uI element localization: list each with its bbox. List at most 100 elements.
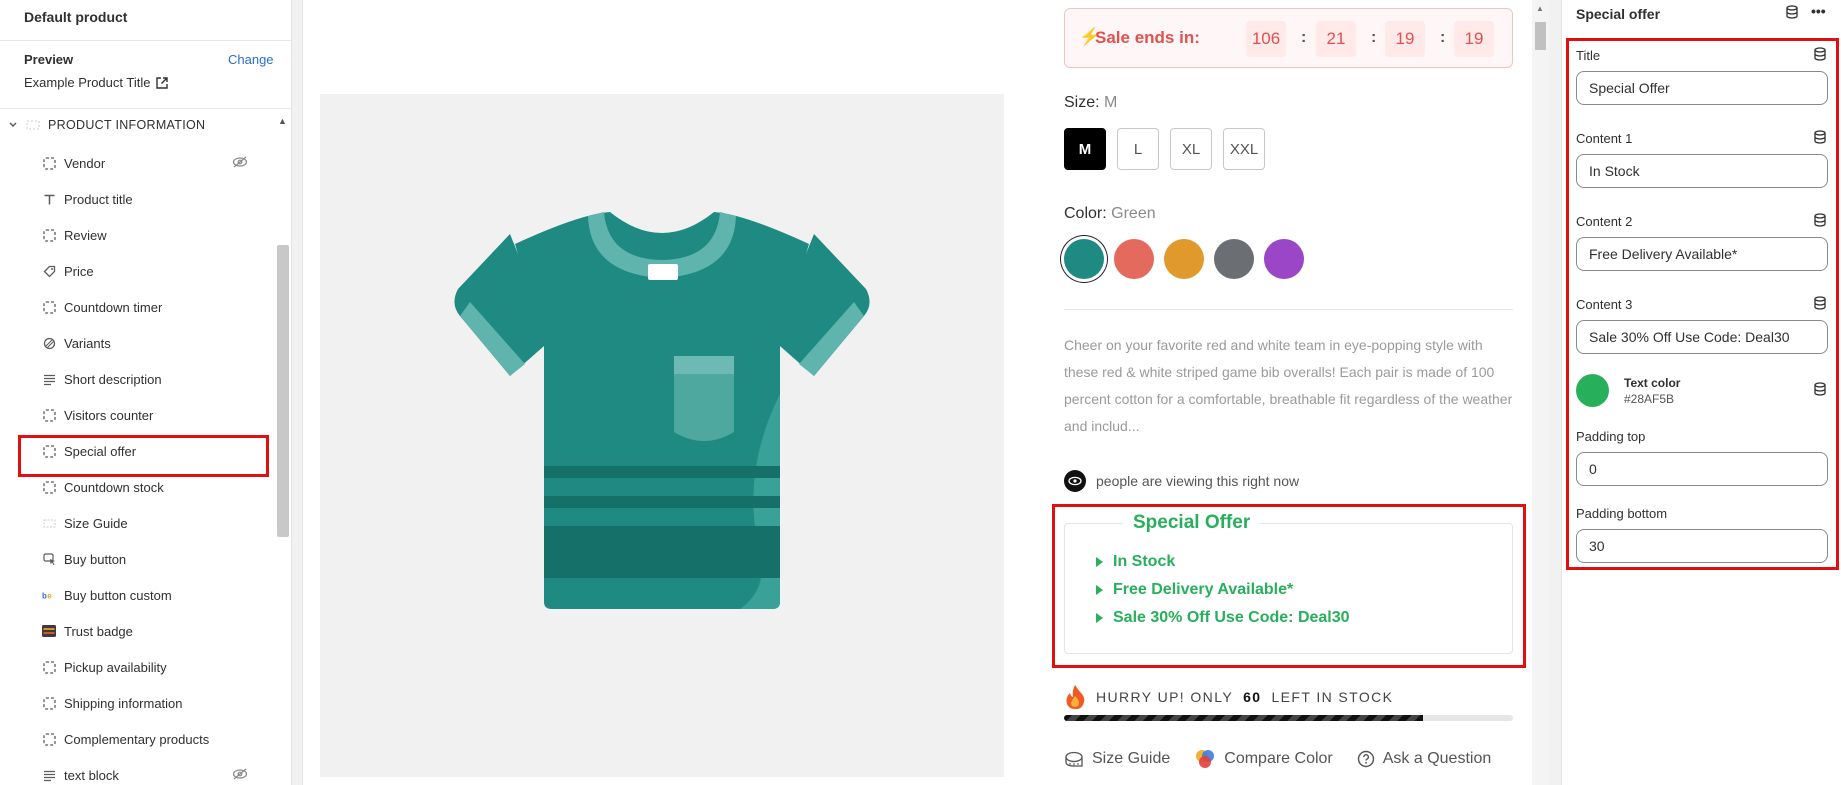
- sidebar-item-countdown-stock[interactable]: Countdown stock: [0, 469, 270, 505]
- stock-progress-bar: [1064, 715, 1513, 721]
- size-guide-link[interactable]: Size Guide: [1064, 749, 1170, 769]
- eye-hidden-icon[interactable]: [232, 155, 248, 172]
- swatch-gray[interactable]: [1214, 239, 1254, 279]
- question-icon: [1357, 750, 1374, 768]
- color-label: Color: Green: [1064, 205, 1156, 223]
- sidebar-item-label: Pickup availability: [64, 659, 167, 675]
- preview-product-name: Example Product Title: [24, 75, 151, 90]
- size-option-m[interactable]: M: [1064, 128, 1106, 170]
- dashed-square-icon: [42, 696, 56, 710]
- selection-highlight: [1052, 504, 1526, 668]
- svg-text:e: e: [47, 591, 52, 600]
- left-sidebar: Default product Preview Change Example P…: [0, 0, 292, 785]
- sidebar-item-text-block[interactable]: text block: [0, 757, 270, 785]
- hurry-suffix: LEFT IN STOCK: [1271, 689, 1394, 705]
- sidebar-scrollbar[interactable]: [277, 245, 289, 537]
- paragraph-icon: [42, 372, 56, 386]
- sidebar-item-visitors-counter[interactable]: Visitors counter: [0, 397, 270, 433]
- sidebar-item-review[interactable]: Review: [0, 217, 270, 253]
- scrollbar-thumb[interactable]: [1535, 22, 1546, 50]
- sidebar-item-label: Complementary products: [64, 731, 210, 747]
- swatch-teal[interactable]: [1064, 239, 1104, 279]
- size-option-l[interactable]: L: [1117, 128, 1159, 170]
- sidebar-item-buy-button-custom[interactable]: be Buy button custom: [0, 577, 270, 613]
- timer-days: 106: [1246, 21, 1286, 57]
- settings-header-actions: •••: [1785, 4, 1826, 19]
- selection-highlight: [1566, 38, 1839, 570]
- sidebar-item-variants[interactable]: Variants: [0, 325, 270, 361]
- text-icon: [42, 192, 56, 206]
- color-swatches: [1064, 239, 1304, 279]
- divider: [0, 108, 291, 109]
- sidebar-item-buy-button[interactable]: Buy button: [0, 541, 270, 577]
- tshirt-image: [454, 212, 870, 609]
- sidebar-item-short-description[interactable]: Short description: [0, 361, 270, 397]
- ask-question-link[interactable]: Ask a Question: [1357, 749, 1492, 769]
- sidebar-item-label: Buy button: [64, 551, 127, 567]
- timer-minutes: 19: [1385, 21, 1425, 57]
- product-image[interactable]: [320, 94, 1004, 777]
- ruler-icon: [1065, 751, 1083, 767]
- preview-scrollbar[interactable]: ▲: [1532, 0, 1549, 785]
- sidebar-item-complementary-products[interactable]: Complementary products: [0, 721, 270, 757]
- be-icon: be: [42, 588, 56, 602]
- variants-icon: [42, 336, 56, 350]
- sidebar-item-pickup-availability[interactable]: Pickup availability: [0, 649, 270, 685]
- settings-panel: Special offer ••• Title Content 1 Conten…: [1561, 0, 1841, 785]
- sidebar-item-label: Variants: [64, 335, 111, 351]
- stock-progress-fill: [1064, 715, 1424, 721]
- ask-question-link-label: Ask a Question: [1382, 750, 1492, 767]
- size-option-xxl[interactable]: XXL: [1223, 128, 1265, 170]
- swatch-coral[interactable]: [1114, 239, 1154, 279]
- size-guide-link-label: Size Guide: [1092, 750, 1171, 767]
- cursor-icon: [42, 552, 56, 566]
- preview-product-link[interactable]: Example Product Title: [24, 75, 169, 90]
- size-selected-value: M: [1104, 94, 1118, 111]
- sidebar-item-countdown-timer[interactable]: Countdown timer: [0, 289, 270, 325]
- sidebar-item-product-title[interactable]: Product title: [0, 181, 270, 217]
- sidebar-item-price[interactable]: Price: [0, 253, 270, 289]
- sidebar-item-shipping-information[interactable]: Shipping information: [0, 685, 270, 721]
- more-options-icon[interactable]: •••: [1811, 4, 1826, 19]
- size-option-xl[interactable]: XL: [1170, 128, 1212, 170]
- hurry-prefix: HURRY UP! ONLY: [1096, 689, 1234, 705]
- sidebar-item-label: Vendor: [64, 155, 106, 171]
- section-product-information[interactable]: PRODUCT INFORMATION: [8, 118, 205, 132]
- sidebar-item-label: Buy button custom: [64, 587, 172, 603]
- sidebar-item-size-guide[interactable]: Size Guide: [0, 505, 270, 541]
- sidebar-item-vendor[interactable]: Vendor: [0, 145, 270, 181]
- dashed-square-icon: [42, 480, 56, 494]
- sidebar-item-trust-badge[interactable]: Trust badge: [0, 613, 270, 649]
- swatch-orange[interactable]: [1164, 239, 1204, 279]
- sidebar-item-label: Shipping information: [64, 695, 183, 711]
- color-label-text: Color:: [1064, 205, 1107, 222]
- sale-countdown-timer: ⚡ Sale ends in: 106 : 21 : 19 : 19: [1064, 8, 1513, 68]
- database-icon[interactable]: [1785, 5, 1799, 19]
- eye-hidden-icon[interactable]: [232, 767, 248, 784]
- compare-color-link[interactable]: Compare Color: [1194, 749, 1333, 769]
- swatch-purple[interactable]: [1264, 239, 1304, 279]
- app-root: Default product Preview Change Example P…: [0, 0, 1841, 785]
- sidebar-item-label: text block: [64, 767, 119, 783]
- scroll-up-arrow[interactable]: ▲: [278, 116, 287, 126]
- timer-seconds: 19: [1454, 21, 1494, 57]
- sidebar-item-special-offer[interactable]: Special offer: [0, 433, 270, 477]
- stock-count: 60: [1243, 689, 1262, 705]
- chevron-down-icon: [9, 122, 17, 127]
- sidebar-item-label: Short description: [64, 371, 162, 387]
- color-circles-icon: [1196, 750, 1215, 768]
- size-label-text: Size:: [1064, 94, 1100, 111]
- timer-separator: :: [1371, 29, 1377, 46]
- fire-icon: [1066, 685, 1085, 710]
- countdown-stock: HURRY UP! ONLY 60 LEFT IN STOCK: [1064, 684, 1393, 710]
- size-label: Size: M: [1064, 94, 1117, 112]
- change-preview-link[interactable]: Change: [228, 52, 274, 67]
- sidebar-item-label: Price: [64, 263, 94, 279]
- divider: [0, 40, 291, 41]
- scroll-up-arrow[interactable]: ▲: [1536, 4, 1544, 13]
- dashed-square-icon: [42, 408, 56, 422]
- sidebar-item-label: Size Guide: [64, 515, 128, 531]
- settings-title: Special offer: [1576, 6, 1661, 22]
- sale-ends-label: Sale ends in:: [1095, 28, 1200, 47]
- divider: [1064, 309, 1513, 310]
